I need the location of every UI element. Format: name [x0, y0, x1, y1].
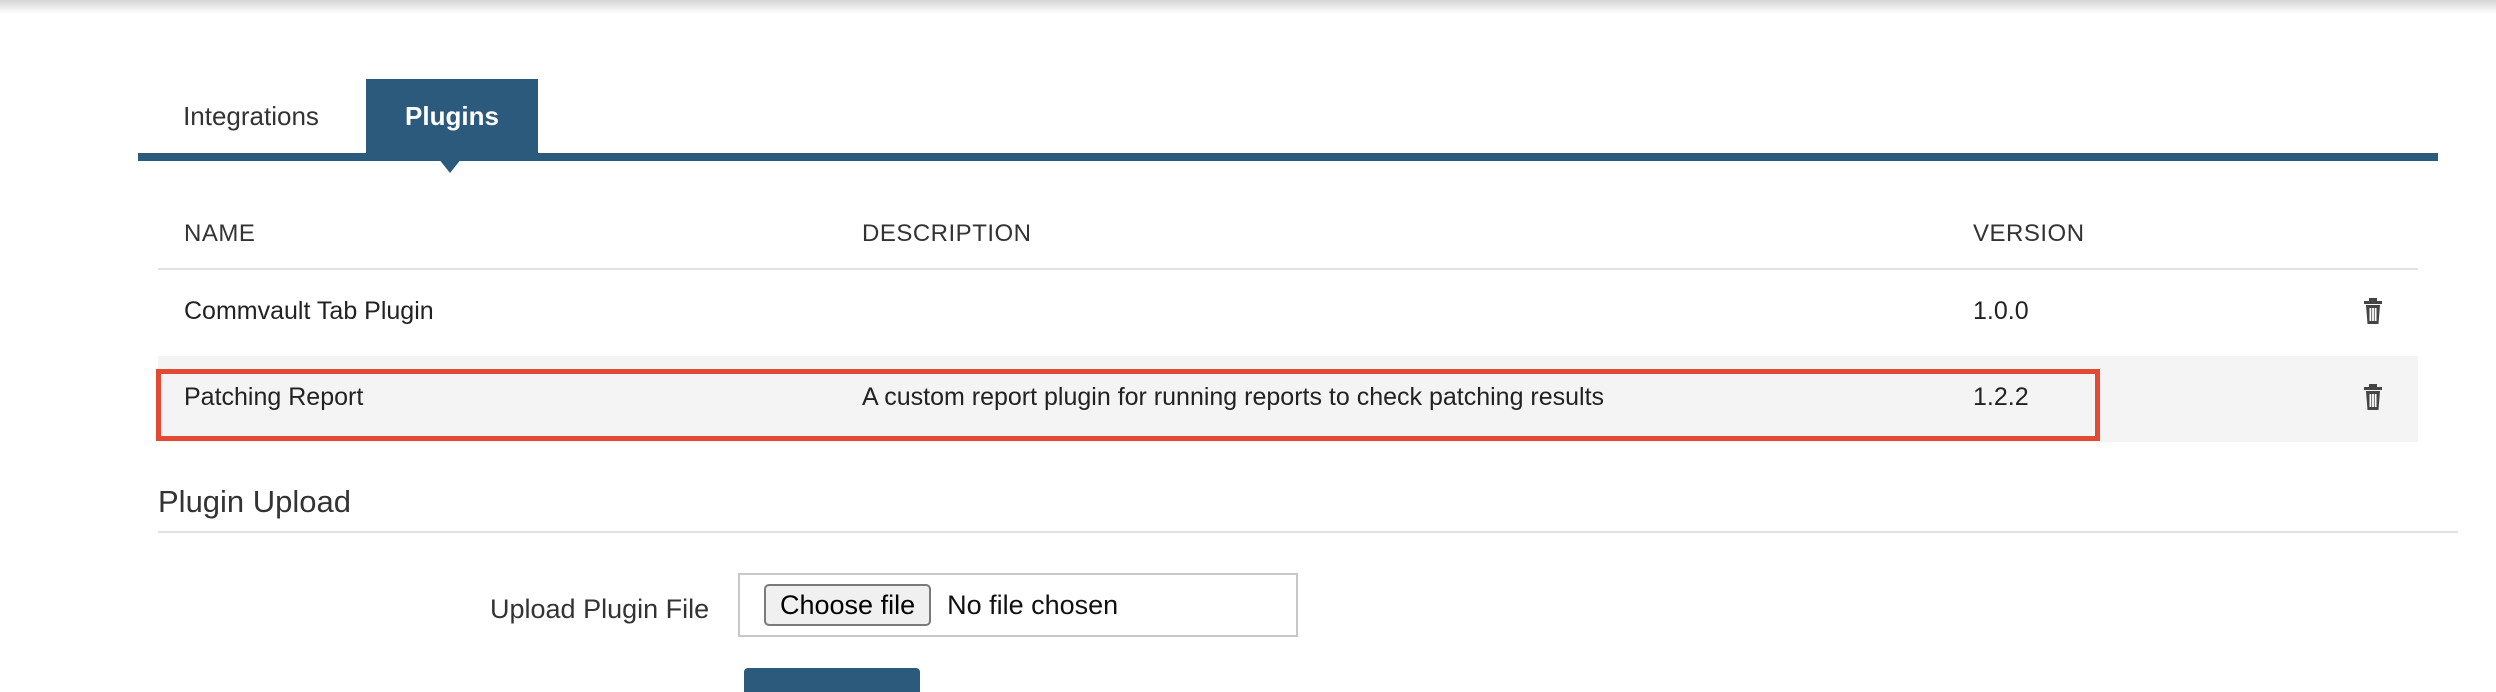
plugin-version: 1.2.2	[1973, 383, 2029, 411]
plugins-table: NAME DESCRIPTION VERSION Commvault Tab P…	[158, 200, 2418, 442]
section-divider	[158, 531, 2458, 533]
column-header-name: NAME	[184, 220, 256, 247]
tabs: Integrations Plugins	[138, 79, 2438, 173]
trash-icon[interactable]	[2363, 297, 2383, 325]
plugin-description: A custom report plugin for running repor…	[862, 383, 1605, 411]
plugin-name: Commvault Tab Plugin	[184, 297, 434, 325]
top-shadow	[0, 0, 2496, 14]
plugin-version: 1.0.0	[1973, 297, 2029, 325]
plugin-upload-heading: Plugin Upload	[158, 484, 352, 519]
tab-plugins[interactable]: Plugins	[366, 79, 538, 173]
upload-button[interactable]	[744, 668, 920, 692]
file-status-text: No file chosen	[947, 589, 1119, 620]
choose-file-button[interactable]: Choose file	[764, 584, 932, 626]
table-row: Commvault Tab Plugin 1.0.0	[158, 270, 2418, 356]
upload-plugin-file-label: Upload Plugin File	[490, 594, 710, 624]
tab-integrations[interactable]: Integrations	[138, 79, 364, 153]
column-header-version: VERSION	[1973, 220, 2085, 247]
plugin-name: Patching Report	[184, 383, 364, 411]
trash-icon[interactable]	[2363, 383, 2383, 411]
table-header: NAME DESCRIPTION VERSION	[158, 200, 2418, 270]
table-row: Patching Report A custom report plugin f…	[158, 356, 2418, 442]
tab-underline	[138, 153, 2438, 161]
column-header-description: DESCRIPTION	[862, 220, 1032, 247]
file-input[interactable]: Choose file No file chosen	[738, 573, 1298, 637]
